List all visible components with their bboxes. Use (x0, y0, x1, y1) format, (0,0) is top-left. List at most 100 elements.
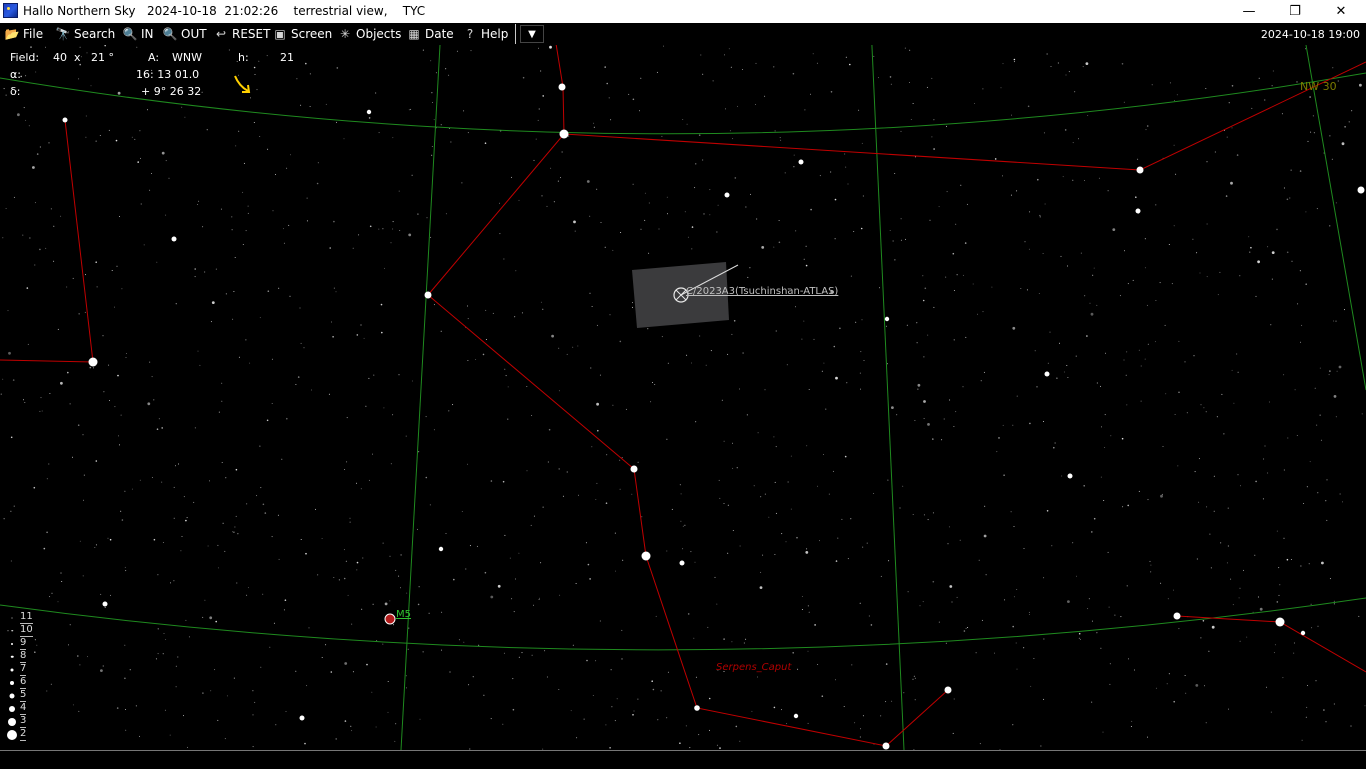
search-button[interactable]: 🔭 Search (55, 24, 116, 44)
star[interactable] (1357, 186, 1365, 194)
faint-star (408, 233, 412, 237)
star[interactable] (88, 357, 98, 367)
faint-star (183, 496, 185, 498)
screen-icon: ▣ (274, 27, 286, 41)
faint-star (1333, 320, 1335, 322)
faint-star (1147, 343, 1149, 345)
faint-star (48, 463, 50, 465)
star[interactable] (171, 236, 177, 242)
zoom-in-button[interactable]: 🔍 IN (122, 24, 154, 44)
faint-star (975, 652, 977, 654)
faint-star (953, 339, 955, 341)
m5-cluster-marker[interactable]: M5 (384, 609, 411, 625)
star[interactable] (798, 159, 804, 165)
faint-star (732, 467, 734, 469)
faint-star (830, 91, 833, 93)
faint-star (362, 557, 364, 559)
faint-star (792, 72, 795, 75)
star[interactable] (102, 601, 108, 607)
star[interactable] (884, 316, 890, 322)
star[interactable] (944, 686, 952, 694)
star[interactable] (438, 546, 444, 552)
faint-star (490, 480, 493, 482)
faint-star (932, 512, 934, 514)
star[interactable] (694, 705, 700, 711)
faint-star (1078, 637, 1080, 639)
status-bar (0, 750, 1366, 769)
faint-star (671, 508, 673, 510)
faint-star (262, 593, 264, 595)
close-button[interactable]: ✕ (1318, 0, 1364, 23)
faint-star (570, 710, 572, 712)
faint-star (620, 232, 622, 233)
faint-star (1184, 675, 1186, 676)
star[interactable] (1135, 208, 1141, 214)
faint-star (682, 525, 684, 527)
faint-star (1012, 625, 1014, 628)
star[interactable] (1173, 612, 1181, 620)
faint-star (1162, 446, 1164, 447)
star[interactable] (559, 129, 569, 139)
star[interactable] (366, 109, 372, 115)
faint-star (1107, 551, 1109, 553)
faint-star (938, 206, 940, 208)
star[interactable] (62, 117, 68, 123)
faint-star (210, 690, 212, 692)
faint-star (184, 116, 186, 118)
faint-star (909, 49, 911, 51)
star[interactable] (630, 465, 638, 473)
faint-star (124, 490, 126, 492)
coordinate-grid (0, 45, 1366, 750)
faint-star (441, 611, 443, 613)
faint-star (850, 275, 852, 277)
faint-star (306, 685, 308, 687)
faint-star (1213, 475, 1215, 477)
minimize-button[interactable]: — (1226, 0, 1272, 23)
star[interactable] (424, 291, 432, 299)
help-button[interactable]: ? Help (462, 24, 509, 44)
magnitude-row: 2 (6, 728, 36, 741)
star[interactable] (641, 551, 651, 561)
screen-button[interactable]: ▣ Screen (272, 24, 332, 44)
faint-star (360, 324, 362, 326)
star[interactable] (1067, 473, 1073, 479)
faint-star (932, 580, 935, 583)
sky-chart[interactable]: C/2023A3(Tsuchinshan-ATLAS) M5 Serpens_C… (0, 45, 1366, 750)
star[interactable] (882, 742, 890, 750)
faint-star (652, 688, 655, 691)
faint-star (1270, 711, 1272, 713)
faint-star (352, 247, 354, 249)
faint-star (449, 671, 451, 673)
faint-star (173, 517, 175, 519)
date-button[interactable]: ▦ Date (406, 24, 453, 44)
star[interactable] (1136, 166, 1144, 174)
faint-star (467, 305, 468, 307)
faint-star (861, 142, 863, 144)
faint-star (1333, 603, 1335, 605)
star[interactable] (1300, 630, 1306, 636)
faint-star (812, 53, 814, 55)
zoom-out-button[interactable]: 🔍 OUT (162, 24, 207, 44)
faint-star (1206, 161, 1208, 163)
maximize-button[interactable]: ❐ (1272, 0, 1318, 23)
star[interactable] (1275, 617, 1285, 627)
faint-star (175, 465, 176, 467)
faint-star (847, 183, 849, 185)
star[interactable] (299, 715, 305, 721)
reset-button[interactable]: ↩ RESET (213, 24, 270, 44)
objects-button[interactable]: ✳ Objects (337, 24, 401, 44)
faint-star (1264, 99, 1266, 101)
faint-star (1341, 142, 1345, 146)
file-menu[interactable]: 📂 File (4, 24, 44, 44)
title-bar[interactable]: Hallo Northern Sky 2024-10-18 21:02:26 t… (0, 0, 1366, 23)
star[interactable] (558, 83, 566, 91)
star[interactable] (1044, 371, 1050, 377)
faint-star (1066, 365, 1068, 366)
comet-marker[interactable]: C/2023A3(Tsuchinshan-ATLAS) (632, 262, 838, 328)
faint-star (712, 80, 714, 82)
faint-star (139, 479, 141, 481)
star[interactable] (679, 560, 685, 566)
star[interactable] (724, 192, 730, 198)
toolbar-dropdown-button[interactable]: ▼ (520, 25, 544, 43)
star[interactable] (793, 713, 799, 719)
